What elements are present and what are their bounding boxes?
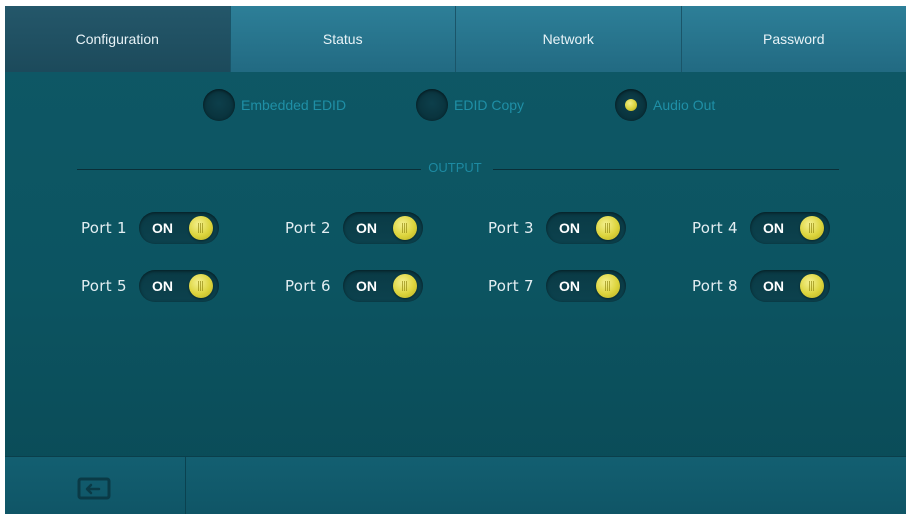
port-label: Port 6 [285,277,331,295]
port-6: Port 6 ON [285,270,423,302]
audio-out-radio[interactable] [615,89,647,121]
selected-dot-icon [625,99,637,111]
return-icon[interactable] [77,477,111,501]
toggle-state: ON [559,220,580,236]
toggle-knob-icon [189,274,213,298]
toggle-knob-icon [393,216,417,240]
port-7-toggle[interactable]: ON [546,270,626,302]
output-section-title: OUTPUT [428,160,482,175]
mode-embedded-edid[interactable]: Embedded EDID [203,88,346,122]
toggle-knob-icon [800,216,824,240]
output-divider-left [77,169,421,170]
port-5-toggle[interactable]: ON [139,270,219,302]
toggle-knob-icon [189,216,213,240]
footer-bar [5,456,906,514]
embedded-edid-radio[interactable] [203,89,235,121]
toggle-knob-icon [596,274,620,298]
port-2: Port 2 ON [285,212,423,244]
port-1-toggle[interactable]: ON [139,212,219,244]
toggle-state: ON [559,278,580,294]
mode-edid-copy[interactable]: EDID Copy [416,88,524,122]
tab-password[interactable]: Password [681,6,906,72]
toggle-state: ON [356,220,377,236]
toggle-state: ON [152,220,173,236]
toggle-knob-icon [596,216,620,240]
port-label: Port 8 [692,277,738,295]
tab-status[interactable]: Status [230,6,456,72]
edid-copy-radio[interactable] [416,89,448,121]
toggle-state: ON [763,278,784,294]
toggle-state: ON [152,278,173,294]
port-6-toggle[interactable]: ON [343,270,423,302]
audio-out-label: Audio Out [653,97,716,113]
tab-bar: Configuration Status Network Password [5,6,906,72]
tab-configuration[interactable]: Configuration [5,6,231,72]
edid-copy-label: EDID Copy [454,97,525,113]
output-divider-right [493,169,839,170]
footer-separator [185,457,186,514]
port-1: Port 1 ON [81,212,219,244]
port-4: Port 4 ON [692,212,830,244]
embedded-edid-label: Embedded EDID [241,97,347,113]
port-label: Port 2 [285,219,331,237]
mode-audio-out[interactable]: Audio Out [615,88,715,122]
port-3-toggle[interactable]: ON [546,212,626,244]
tab-network[interactable]: Network [456,6,682,72]
port-label: Port 3 [488,219,534,237]
port-4-toggle[interactable]: ON [750,212,830,244]
toggle-knob-icon [393,274,417,298]
port-3: Port 3 ON [488,212,626,244]
toggle-knob-icon [800,274,824,298]
port-2-toggle[interactable]: ON [343,212,423,244]
port-8: Port 8 ON [692,270,830,302]
toggle-state: ON [356,278,377,294]
port-label: Port 7 [488,277,534,295]
port-5: Port 5 ON [81,270,219,302]
port-label: Port 1 [81,219,127,237]
port-label: Port 4 [692,219,738,237]
toggle-state: ON [763,220,784,236]
app-window: Configuration Status Network Password Em… [5,6,906,514]
port-label: Port 5 [81,277,127,295]
port-8-toggle[interactable]: ON [750,270,830,302]
port-7: Port 7 ON [488,270,626,302]
